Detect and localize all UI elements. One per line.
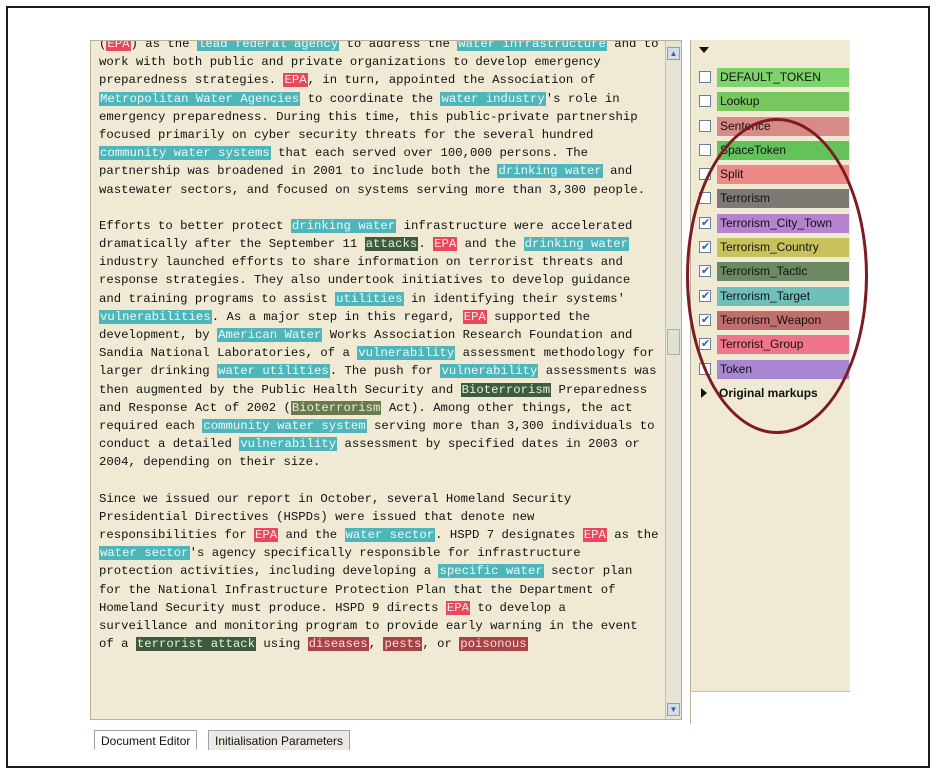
annotation-highlight[interactable]: American Water	[217, 328, 323, 343]
annotation-highlight[interactable]: drinking water	[497, 164, 603, 179]
annotation-highlight[interactable]: water sector	[344, 528, 436, 543]
text-run: using	[255, 637, 308, 652]
text-run: ) as the	[130, 40, 197, 51]
annotation-highlight[interactable]: EPA	[253, 528, 279, 543]
document-paragraph: Since we issued our report in October, s…	[99, 490, 659, 654]
scroll-thumb[interactable]	[667, 329, 680, 355]
annotation-highlight[interactable]: terrorist attack	[135, 637, 256, 652]
annotation-highlight[interactable]: pests	[383, 637, 423, 652]
annotation-type-label: DEFAULT_TOKEN	[717, 68, 849, 87]
text-run: . HSPD 7 designates	[435, 528, 583, 543]
text-run: as the	[606, 528, 659, 543]
annotation-highlight[interactable]: water infrastructure	[457, 41, 607, 51]
annotation-highlight[interactable]: community water systems	[99, 146, 271, 161]
text-run: Efforts to better protect	[99, 218, 291, 233]
annotation-highlight[interactable]: EPA	[462, 309, 487, 324]
text-run: and the	[278, 528, 345, 543]
annotation-highlight[interactable]: poisonous	[459, 637, 528, 652]
annotation-highlight[interactable]: community water system	[202, 419, 367, 434]
annotation-highlight[interactable]: vulnerability	[357, 346, 456, 361]
annotation-highlight[interactable]: drinking water	[523, 237, 629, 252]
text-run: . As a major step in this regard,	[211, 309, 463, 324]
text-run: and the	[457, 237, 524, 252]
annotation-highlight[interactable]: EPA	[433, 237, 458, 252]
tab-document-editor[interactable]: Document Editor	[94, 730, 198, 750]
annotation-highlight[interactable]: diseases	[307, 637, 369, 652]
text-run: to address the	[339, 40, 458, 51]
panel-blank-area	[691, 691, 850, 724]
annotation-highlight[interactable]: water sector	[99, 546, 190, 561]
annotation-highlight[interactable]: Bioterrorism	[290, 400, 382, 415]
text-run: to coordinate the	[300, 91, 441, 106]
annotation-highlight[interactable]: lead federal agency	[196, 41, 340, 51]
annotation-highlight[interactable]: vulnerabilities	[99, 309, 212, 324]
expand-annotation-set-icon[interactable]	[699, 47, 709, 53]
tab-strip: Document Editor Initialisation Parameter…	[90, 724, 850, 758]
document-editor-pane[interactable]: (EPA) as the lead federal agency to addr…	[90, 40, 682, 720]
annotation-type-row[interactable]: Lookup	[699, 90, 849, 114]
annotation-highlight[interactable]: Bioterrorism	[460, 382, 552, 397]
annotation-highlight[interactable]: specific water	[438, 564, 544, 579]
annotation-highlight[interactable]: vulnerability	[440, 364, 539, 379]
annotation-highlight[interactable]: EPA	[445, 600, 470, 615]
annotation-type-checkbox[interactable]	[699, 71, 711, 83]
annotation-type-checkbox[interactable]	[699, 95, 711, 108]
document-paragraph: (EPA) as the lead federal agency to addr…	[99, 40, 659, 199]
highlight-ellipse	[686, 118, 868, 434]
annotation-highlight[interactable]: utilities	[335, 291, 404, 306]
document-text[interactable]: (EPA) as the lead federal agency to addr…	[99, 41, 659, 672]
text-run: in identifying their systems'	[403, 291, 625, 306]
scroll-up-icon[interactable]: ▲	[667, 47, 680, 60]
annotation-highlight[interactable]: attacks	[364, 237, 419, 252]
annotation-type-checkbox[interactable]	[699, 143, 711, 156]
annotation-highlight[interactable]: drinking water	[290, 218, 397, 233]
annotation-type-checkbox[interactable]	[699, 119, 711, 132]
document-paragraph: Efforts to better protect drinking water…	[99, 217, 659, 472]
tab-initialisation-parameters[interactable]: Initialisation Parameters	[208, 730, 351, 750]
annotation-highlight[interactable]: Metropolitan Water Agencies	[99, 91, 301, 106]
text-run: .	[418, 237, 434, 252]
annotation-highlight[interactable]: EPA	[582, 528, 607, 543]
text-run: ,	[368, 637, 384, 652]
annotation-type-row[interactable]: DEFAULT_TOKEN	[699, 66, 849, 90]
annotation-highlight[interactable]: EPA	[106, 41, 131, 51]
scroll-down-icon[interactable]: ▼	[667, 703, 680, 716]
text-run: , or	[422, 637, 460, 652]
annotation-highlight[interactable]: water utilities	[217, 364, 330, 379]
annotation-highlight[interactable]: water industry	[440, 91, 546, 106]
text-run: . The push for	[329, 364, 441, 379]
vertical-scrollbar[interactable]: ▲ ▼	[665, 41, 681, 719]
annotation-type-label: Lookup	[717, 92, 849, 112]
annotation-highlight[interactable]: vulnerability	[239, 437, 338, 452]
annotation-highlight[interactable]: EPA	[283, 73, 308, 88]
collapsed-arrow-icon[interactable]	[701, 388, 707, 398]
text-run: , in turn, appointed the Association of	[307, 73, 596, 88]
